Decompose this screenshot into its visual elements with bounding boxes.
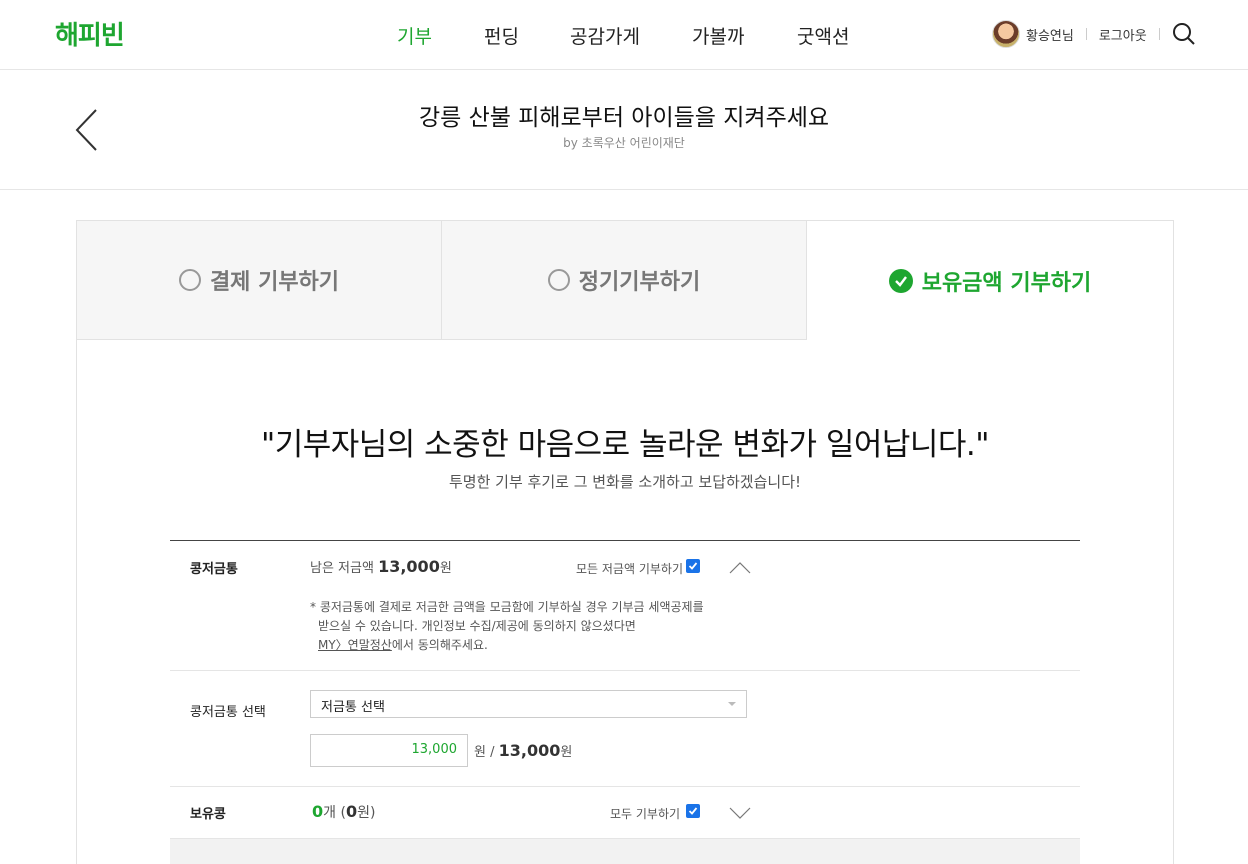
total-unit: 원 <box>560 745 573 760</box>
remaining-amount: 남은 저금액 13,000원 <box>310 557 452 576</box>
radio-icon <box>547 269 570 291</box>
balance-form: 콩저금통 남은 저금액 13,000원 모든 저금액 기부하기 * 콩저금통에 … <box>170 540 1080 864</box>
remaining-unit: 원 <box>439 561 452 576</box>
note-line: * 콩저금통에 결제로 저금한 금액을 모금함에 기부하실 경우 기부금 세액공… <box>310 600 704 614</box>
remaining-value: 13,000 <box>378 557 440 576</box>
global-header: 해피빈 기부 펀딩 공감가게 가볼까 굿액션 황승연님 로그아웃 <box>0 0 1248 70</box>
avatar[interactable] <box>992 20 1020 48</box>
divider <box>1085 28 1087 40</box>
donation-tabs: 결제 기부하기 정기기부하기 보유금액 기부하기 <box>77 221 1173 340</box>
note-line: 받으실 수 있습니다. 개인정보 수집/제공에 동의하지 않으셨다면 <box>318 619 636 633</box>
nav-funding[interactable]: 펀딩 <box>484 22 519 49</box>
divider <box>170 670 1080 671</box>
happybean-logo[interactable]: 해피빈 <box>55 15 125 52</box>
tab-payment-donation[interactable]: 결제 기부하기 <box>77 221 442 340</box>
piggy-select-label: 콩저금통 선택 <box>190 705 266 720</box>
chevron-down-icon <box>728 702 736 706</box>
nav-good-action[interactable]: 굿액션 <box>797 22 849 49</box>
nav-visit[interactable]: 가볼까 <box>692 22 744 49</box>
unit-separator: 원 / <box>474 745 495 760</box>
year-end-settlement-link[interactable]: MY〉연말정산 <box>318 638 392 652</box>
beans-won-value: 0 <box>345 802 358 821</box>
note-suffix: 에서 동의해주세요. <box>391 638 488 652</box>
total-value: 13,000 <box>498 741 561 760</box>
nav-donate[interactable]: 기부 <box>397 22 432 49</box>
note-line: MY〉연말정산에서 동의해주세요. <box>310 636 704 655</box>
user-menu: 황승연님 로그아웃 <box>992 20 1172 48</box>
check-circle-icon <box>888 268 913 293</box>
beans-count: 0개 (0원) <box>312 802 375 822</box>
amount-total: 원 / 13,000원 <box>474 741 572 760</box>
remaining-prefix: 남은 저금액 <box>310 561 374 576</box>
tab-regular-donation[interactable]: 정기기부하기 <box>442 221 807 340</box>
amount-input[interactable]: 13,000 <box>310 734 468 767</box>
divider <box>1158 28 1160 40</box>
donation-panel: 결제 기부하기 정기기부하기 보유금액 기부하기 "기부자님의 소중한 마음으로… <box>76 220 1174 864</box>
tab-label: 보유금액 기부하기 <box>921 270 1092 296</box>
donate-all-savings-checkbox[interactable] <box>686 559 700 573</box>
donate-all-beans-label: 모두 기부하기 <box>610 807 681 821</box>
title-bar: 강릉 산불 피해로부터 아이들을 지켜주세요 by 초록우산 어린이재단 <box>0 70 1248 190</box>
chevron-up-icon[interactable] <box>729 562 751 574</box>
donate-all-beans-checkbox[interactable] <box>686 804 700 818</box>
divider <box>170 786 1080 787</box>
donate-all-savings-label: 모든 저금액 기부하기 <box>576 562 683 576</box>
search-icon[interactable] <box>1172 22 1196 46</box>
tab-balance-donation[interactable]: 보유금액 기부하기 <box>807 221 1173 340</box>
quote-heading: "기부자님의 소중한 마음으로 놀라운 변화가 일어납니다." <box>260 427 990 463</box>
beans-count-value: 0 <box>312 802 324 821</box>
form-footer-band <box>170 838 1080 864</box>
beans-label: 보유콩 <box>190 807 226 822</box>
beans-won-unit: 원) <box>357 805 376 821</box>
page-title: 강릉 산불 피해로부터 아이들을 지켜주세요 <box>418 105 830 131</box>
logout-link[interactable]: 로그아웃 <box>1099 25 1147 44</box>
tab-label: 정기기부하기 <box>578 270 701 295</box>
tab-label: 결제 기부하기 <box>209 270 340 295</box>
user-name[interactable]: 황승연님 <box>1026 25 1074 44</box>
beans-count-unit: 개 ( <box>323 805 346 821</box>
select-value: 저금통 선택 <box>321 700 385 715</box>
tax-deduction-note: * 콩저금통에 결제로 저금한 금액을 모금함에 기부하실 경우 기부금 세액공… <box>310 598 704 655</box>
chevron-down-icon[interactable] <box>729 807 751 819</box>
organization-byline: by 초록우산 어린이재단 <box>563 136 685 150</box>
piggy-label: 콩저금통 <box>190 562 238 577</box>
nav-store[interactable]: 공감가게 <box>570 22 640 49</box>
quote-subtext: 투명한 기부 후기로 그 변화를 소개하고 보답하겠습니다! <box>448 473 802 491</box>
piggy-select-dropdown[interactable]: 저금통 선택 <box>310 690 747 718</box>
radio-icon <box>178 269 201 291</box>
